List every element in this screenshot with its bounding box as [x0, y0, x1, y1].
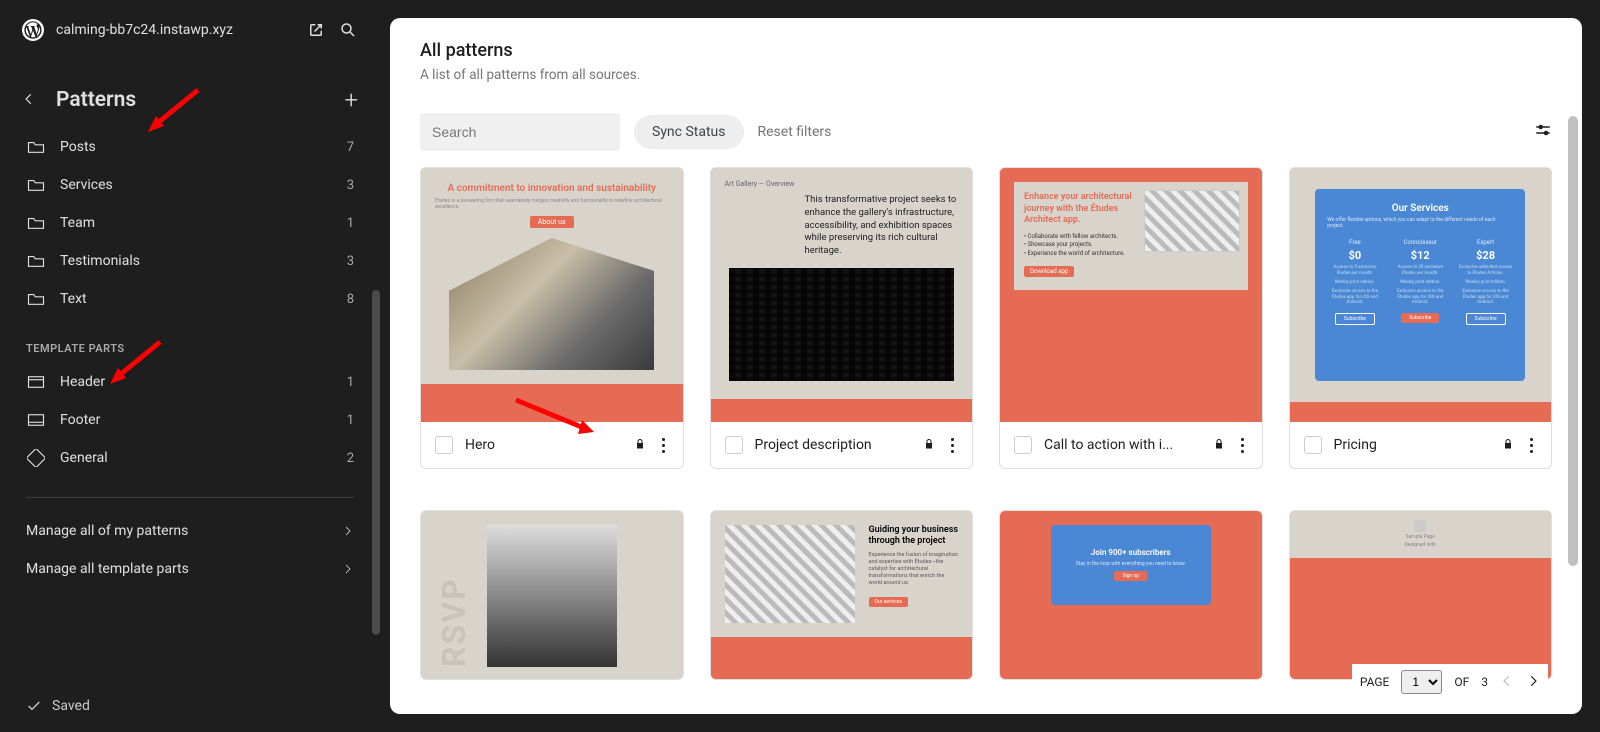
pattern-grid: A commitment to innovation and sustainab… — [390, 161, 1582, 714]
pagination: PAGE 1 OF 3 — [1352, 664, 1548, 700]
sidebar-item-posts[interactable]: Posts 7 — [0, 128, 380, 166]
pattern-card-hero[interactable]: A commitment to innovation and sustainab… — [420, 167, 684, 469]
saved-status: Saved — [0, 680, 380, 732]
total-pages: 3 — [1481, 675, 1488, 689]
folder-icon — [26, 253, 46, 269]
category-list: Posts 7 Services 3 Team 1 Testimonials 3… — [0, 128, 380, 324]
sidebar-scrollbar[interactable] — [372, 290, 380, 635]
pattern-name: Project description — [755, 437, 912, 453]
folder-icon — [26, 291, 46, 307]
panel-header: All patterns A list of all patterns from… — [390, 18, 1582, 99]
select-checkbox[interactable] — [1014, 436, 1032, 454]
panel: All patterns A list of all patterns from… — [390, 18, 1582, 714]
divider — [26, 497, 354, 498]
pattern-card-guide[interactable]: Guiding your business through the projec… — [710, 510, 974, 680]
pattern-card-bar: Call to action with i... — [1000, 422, 1262, 468]
pattern-card-bar: Pricing — [1290, 422, 1552, 468]
page-label: PAGE — [1360, 675, 1390, 689]
section-header: Patterns + — [0, 60, 380, 128]
general-icon — [26, 450, 46, 466]
manage-patterns-link[interactable]: Manage all of my patterns — [0, 512, 380, 550]
lock-icon — [634, 436, 646, 455]
sync-status-filter[interactable]: Sync Status — [634, 115, 744, 149]
pattern-card-newsletter[interactable]: Join 900+ subscribers Stay in the loop w… — [999, 510, 1263, 680]
sidebar-item-general[interactable]: General 2 — [0, 439, 380, 477]
prev-page-button[interactable] — [1500, 674, 1514, 691]
pattern-preview: A commitment to innovation and sustainab… — [421, 168, 683, 422]
sidebar-item-services[interactable]: Services 3 — [0, 166, 380, 204]
more-actions-button[interactable] — [1526, 438, 1537, 453]
pattern-preview: Join 900+ subscribers Stay in the loop w… — [1000, 511, 1262, 679]
chevron-right-icon — [342, 563, 354, 575]
search-input[interactable] — [432, 124, 613, 140]
pattern-card-bar: Hero — [421, 422, 683, 468]
sidebar-item-team[interactable]: Team 1 — [0, 204, 380, 242]
page-select[interactable]: 1 — [1401, 670, 1442, 694]
open-external-icon[interactable] — [306, 20, 326, 40]
pattern-name: Pricing — [1334, 437, 1491, 453]
main-area: All patterns A list of all patterns from… — [380, 0, 1600, 732]
select-checkbox[interactable] — [725, 436, 743, 454]
pattern-card-pricing[interactable]: Our Services We offer flexible options, … — [1289, 167, 1553, 469]
next-page-button[interactable] — [1526, 674, 1540, 691]
sidebar-item-footer[interactable]: Footer 1 — [0, 401, 380, 439]
pattern-card-cta[interactable]: Enhance your architectural journey with … — [999, 167, 1263, 469]
pattern-card-blank[interactable]: Sample Page Designed with — [1289, 510, 1553, 680]
pattern-card-rsvp[interactable]: RSVP — [420, 510, 684, 680]
lock-icon — [1502, 436, 1514, 455]
folder-icon — [26, 177, 46, 193]
section-title: Patterns — [56, 88, 328, 112]
site-url[interactable]: calming-bb7c24.instawp.xyz — [56, 22, 294, 38]
pattern-preview: RSVP — [421, 511, 683, 679]
sidebar-item-text[interactable]: Text 8 — [0, 280, 380, 318]
chevron-right-icon — [342, 525, 354, 537]
more-actions-button[interactable] — [1237, 438, 1248, 453]
reset-filters-button[interactable]: Reset filters — [758, 124, 832, 140]
more-actions-button[interactable] — [947, 438, 958, 453]
back-chevron-icon[interactable] — [22, 91, 40, 110]
panel-title: All patterns — [420, 40, 1552, 61]
folder-icon — [26, 215, 46, 231]
pattern-name: Hero — [465, 437, 622, 453]
select-checkbox[interactable] — [1304, 436, 1322, 454]
header-icon — [26, 374, 46, 390]
wordpress-logo-icon[interactable] — [22, 19, 44, 41]
manage-template-parts-link[interactable]: Manage all template parts — [0, 550, 380, 588]
panel-scrollbar[interactable] — [1568, 116, 1578, 566]
pattern-name: Call to action with i... — [1044, 437, 1201, 453]
filter-settings-icon[interactable] — [1534, 121, 1552, 143]
more-actions-button[interactable] — [658, 438, 669, 453]
pattern-card-project-description[interactable]: Art Gallery — Overview This transformati… — [710, 167, 974, 469]
add-pattern-button[interactable]: + — [344, 86, 358, 114]
search-icon[interactable] — [338, 20, 358, 40]
admin-topbar: calming-bb7c24.instawp.xyz — [0, 0, 380, 60]
pattern-preview: Sample Page Designed with — [1290, 511, 1552, 679]
lock-icon — [1213, 436, 1225, 455]
template-parts-heading: TEMPLATE PARTS — [0, 324, 380, 363]
sidebar-item-header[interactable]: Header 1 — [0, 363, 380, 401]
select-checkbox[interactable] — [435, 436, 453, 454]
pattern-preview: Our Services We offer flexible options, … — [1290, 168, 1552, 422]
panel-subtitle: A list of all patterns from all sources. — [420, 67, 1552, 83]
check-icon — [26, 698, 42, 714]
template-parts-list: Header 1 Footer 1 General 2 — [0, 363, 380, 483]
footer-icon — [26, 412, 46, 428]
of-label: OF — [1454, 675, 1469, 689]
search-input-wrapper — [420, 113, 620, 151]
lock-icon — [923, 436, 935, 455]
folder-icon — [26, 139, 46, 155]
pattern-preview: Art Gallery — Overview This transformati… — [711, 168, 973, 422]
pattern-card-bar: Project description — [711, 422, 973, 468]
toolbar: Sync Status Reset filters — [390, 99, 1582, 161]
pattern-preview: Enhance your architectural journey with … — [1000, 168, 1262, 422]
sidebar: calming-bb7c24.instawp.xyz Patterns + Po… — [0, 0, 380, 732]
pattern-preview: Guiding your business through the projec… — [711, 511, 973, 679]
sidebar-item-testimonials[interactable]: Testimonials 3 — [0, 242, 380, 280]
